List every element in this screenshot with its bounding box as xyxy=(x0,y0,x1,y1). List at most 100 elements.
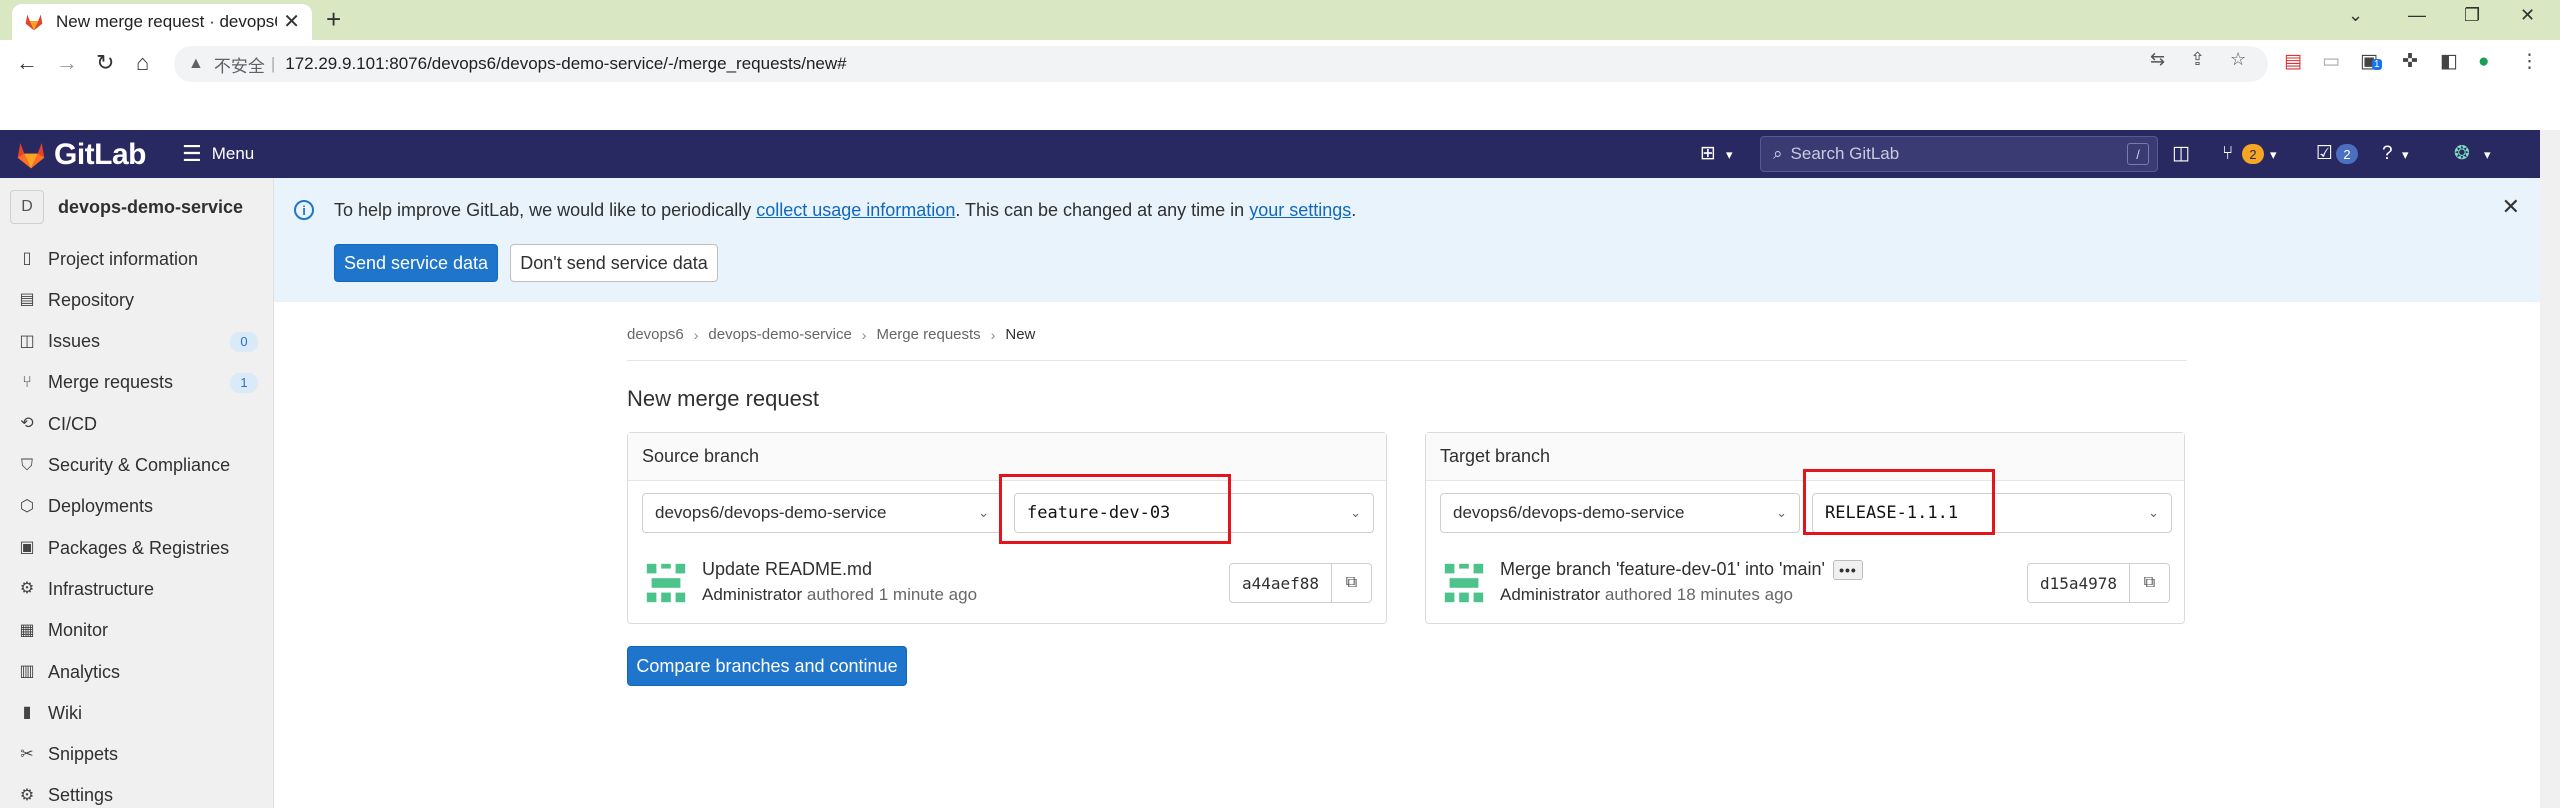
send-service-data-button[interactable]: Send service data xyxy=(334,244,498,282)
sidebar-item-merge-requests[interactable]: ⑂ Merge requests 1 xyxy=(18,369,258,397)
reload-icon[interactable]: ↻ xyxy=(96,52,114,74)
chevron-right-icon: › xyxy=(861,326,867,343)
help-icon[interactable]: ? xyxy=(2382,144,2393,163)
sidebar-item-label: Settings xyxy=(48,785,114,806)
mr-chevron-icon[interactable]: ▾ xyxy=(2270,148,2277,161)
target-project-dropdown[interactable]: devops6/devops-demo-service ⌄ xyxy=(1440,493,1800,533)
side-panel-icon[interactable]: ◧ xyxy=(2440,52,2458,71)
breadcrumb-group[interactable]: devops6 xyxy=(627,326,684,343)
search-shortcut-key: / xyxy=(2127,143,2149,165)
book-icon: ▮ xyxy=(22,704,32,722)
browser-tab[interactable]: New merge request · devops6 ✕ xyxy=(12,4,312,40)
minimize-icon[interactable]: — xyxy=(2408,6,2426,24)
sidebar-item-label: Monitor xyxy=(48,620,109,641)
security-label: 不安全 xyxy=(213,56,265,76)
restore-icon[interactable]: ❐ xyxy=(2464,6,2480,24)
source-branch-dropdown[interactable]: feature-dev-03 ⌄ xyxy=(1014,493,1374,533)
sidebar-item-analytics[interactable]: ▥ Analytics xyxy=(18,658,258,686)
git-merge-icon: ⑂ xyxy=(22,373,32,391)
extension-red-icon[interactable]: ▤ xyxy=(2284,52,2302,71)
extension-grey-icon[interactable]: ▭ xyxy=(2322,52,2340,71)
menu-button[interactable]: ☰ Menu xyxy=(182,143,254,165)
sidebar-item-label: Issues xyxy=(48,331,101,352)
copy-sha-icon[interactable]: ⧉ xyxy=(2130,563,2170,603)
page-scrollbar[interactable] xyxy=(2540,130,2560,808)
issues-icon[interactable]: ◫ xyxy=(2172,144,2190,163)
chevron-down-icon: ⌄ xyxy=(1776,505,1787,520)
extension-badge-icon[interactable]: ▣1 xyxy=(2360,52,2382,71)
help-chevron-icon[interactable]: ▾ xyxy=(2402,148,2409,161)
sidebar-item-label: Wiki xyxy=(48,702,82,723)
gitlab-logo[interactable]: GitLab xyxy=(14,138,147,172)
breadcrumb-merge-requests[interactable]: Merge requests xyxy=(876,326,980,343)
share-icon[interactable]: ⇪ xyxy=(2190,50,2205,68)
search-input[interactable]: ⌕ Search GitLab / xyxy=(1760,136,2158,172)
sidebar-item-label: Security & Compliance xyxy=(48,455,231,475)
doc-text-icon: ▤ xyxy=(19,291,35,309)
page-title: New merge request xyxy=(627,386,819,411)
banner-close-icon[interactable]: ✕ xyxy=(2502,196,2520,218)
new-tab-button[interactable]: + xyxy=(326,6,341,32)
deployments-icon: ⬡ xyxy=(20,497,34,515)
collect-usage-link[interactable]: collect usage information xyxy=(756,200,955,220)
source-commit-title[interactable]: Update README.md xyxy=(702,559,872,580)
translate-icon[interactable]: ⇆ xyxy=(2150,50,2165,68)
target-commit-sha[interactable]: d15a4978 xyxy=(2026,563,2130,603)
sidebar-item-security-compliance[interactable]: ⛉ Security & Compliance xyxy=(18,452,258,480)
breadcrumb-current: New xyxy=(1005,326,1036,343)
compare-branches-button[interactable]: Compare branches and continue xyxy=(627,646,907,686)
target-commit-meta: Administrator authored 18 minutes ago xyxy=(1500,585,1793,604)
merge-requests-icon[interactable]: ⑂ xyxy=(2222,144,2233,163)
gitlab-favicon-icon xyxy=(25,14,43,31)
sidebar-item-settings[interactable]: ⚙ Settings xyxy=(18,782,258,808)
sidebar-item-issues[interactable]: ◫ Issues 0 xyxy=(18,328,258,356)
identicon-avatar xyxy=(642,559,690,607)
browser-menu-icon[interactable]: ⋮ xyxy=(2520,52,2539,71)
sidebar-item-packages-registries[interactable]: ▣ Packages & Registries xyxy=(18,534,258,562)
tab-close-icon[interactable]: ✕ xyxy=(283,12,300,32)
dont-send-service-data-button[interactable]: Don't send service data xyxy=(510,244,718,282)
your-settings-link[interactable]: your settings xyxy=(1249,200,1351,220)
expand-commit-message-button[interactable]: ••• xyxy=(1832,560,1863,581)
todo-icon[interactable]: ☑ xyxy=(2316,144,2333,163)
source-commit-sha[interactable]: a44aef88 xyxy=(1228,563,1332,603)
bookmark-star-icon[interactable]: ☆ xyxy=(2230,50,2246,68)
breadcrumb-project[interactable]: devops-demo-service xyxy=(708,326,851,343)
sidebar-item-monitor[interactable]: ▦ Monitor xyxy=(18,617,258,645)
back-icon[interactable]: ← xyxy=(16,52,38,74)
source-branch-heading: Source branch xyxy=(628,433,1386,481)
create-new-icon[interactable]: ⊞ xyxy=(1700,144,1716,163)
copy-sha-icon[interactable]: ⧉ xyxy=(1332,563,1372,603)
identicon-avatar xyxy=(1440,559,1488,607)
project-sidebar: D devops-demo-service ▯ Project informati… xyxy=(0,178,274,808)
sidebar-item-project-information[interactable]: ▯ Project information xyxy=(18,245,258,273)
forward-icon[interactable]: → xyxy=(56,52,78,74)
address-bar[interactable]: ▲ 不安全 | 172.29.9.101:8076/devops6/devops… xyxy=(174,46,2268,82)
sidebar-project-header[interactable]: D devops-demo-service xyxy=(10,190,243,224)
sidebar-item-deployments[interactable]: ⬡ Deployments xyxy=(18,493,258,521)
create-new-chevron-icon[interactable]: ▾ xyxy=(1726,148,1733,161)
user-chevron-icon[interactable]: ▾ xyxy=(2484,148,2491,161)
sidebar-item-infrastructure[interactable]: ⚙ Infrastructure xyxy=(18,575,258,603)
search-placeholder: Search GitLab xyxy=(1790,144,1900,163)
extensions-puzzle-icon[interactable]: ✜ xyxy=(2402,52,2418,71)
target-branch-dropdown[interactable]: RELEASE-1.1.1 ⌄ xyxy=(1812,493,2172,533)
tab-search-chevron-icon[interactable]: ⌄ xyxy=(2348,6,2363,24)
banner-message: To help improve GitLab, we would like to… xyxy=(334,200,1357,220)
target-branch-panel: Target branch devops6/devops-demo-servic… xyxy=(1425,432,2185,624)
user-avatar-icon[interactable]: ❂ xyxy=(2454,144,2470,163)
shield-icon: ⛉ xyxy=(20,456,33,474)
sidebar-item-wiki[interactable]: ▮ Wiki xyxy=(18,699,258,727)
profile-icon[interactable]: ● xyxy=(2478,52,2489,71)
blank-strip xyxy=(0,88,2560,130)
chevron-right-icon: › xyxy=(990,326,996,343)
sidebar-item-snippets[interactable]: ✂ Snippets xyxy=(18,741,258,769)
source-project-dropdown[interactable]: devops6/devops-demo-service ⌄ xyxy=(642,493,1002,533)
rocket-icon: ⟲ xyxy=(20,415,34,433)
tanuki-icon xyxy=(17,143,45,169)
sidebar-item-repository[interactable]: ▤ Repository xyxy=(18,286,258,314)
home-icon[interactable]: ⌂ xyxy=(136,52,149,74)
sidebar-item-ci-cd[interactable]: ⟲ CI/CD xyxy=(18,410,258,438)
monitor-icon: ▦ xyxy=(19,621,35,639)
window-close-icon[interactable]: ✕ xyxy=(2520,6,2535,24)
